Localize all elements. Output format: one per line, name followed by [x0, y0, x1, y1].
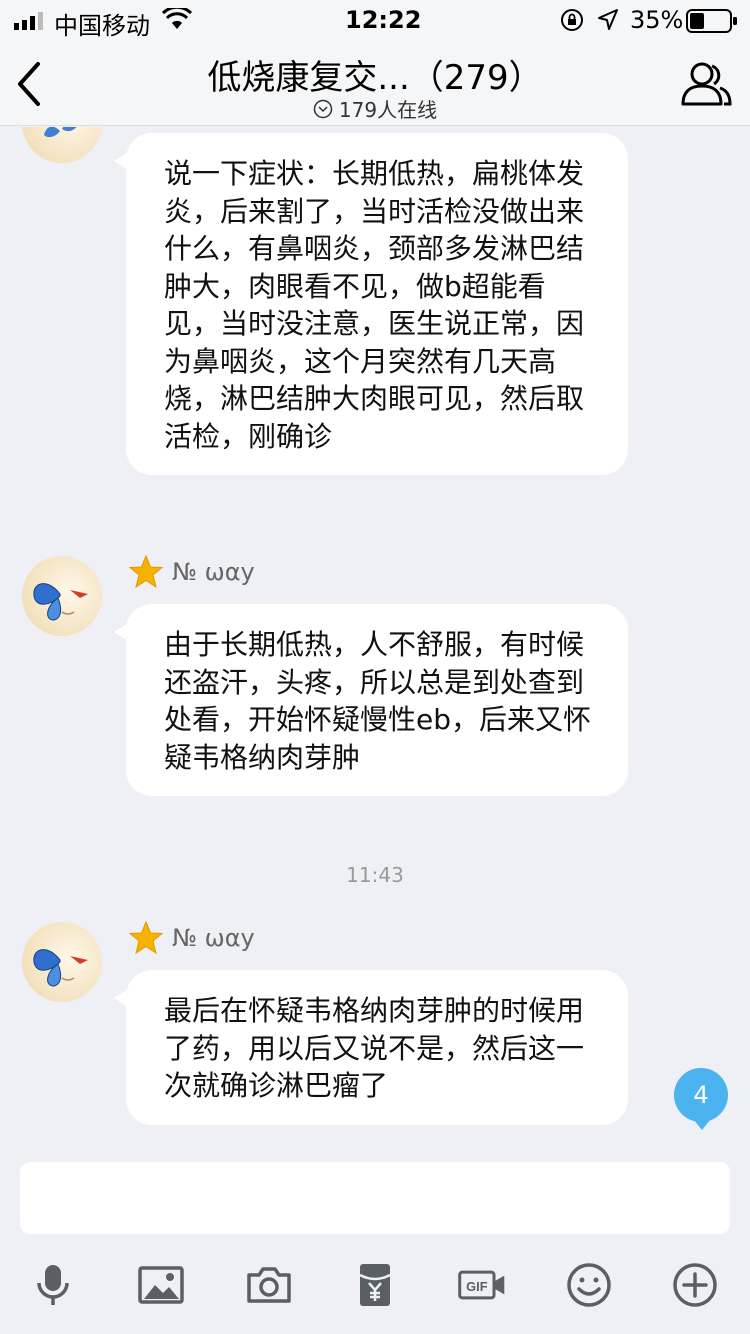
- voice-button[interactable]: [26, 1258, 80, 1312]
- message-input[interactable]: [20, 1162, 730, 1234]
- svg-text:GIF: GIF: [466, 1279, 488, 1294]
- gif-button[interactable]: GIF: [454, 1258, 510, 1312]
- image-icon: [138, 1266, 184, 1304]
- chat-area[interactable]: 说一下症状：长期低热，扁桃体发炎，后来割了，当时活检没做出来什么，有鼻咽炎，颈部…: [0, 127, 750, 1157]
- unread-count-badge[interactable]: 4: [674, 1068, 728, 1130]
- battery-percent: 35%: [630, 6, 684, 34]
- wifi-icon: [162, 8, 192, 29]
- status-time: 12:22: [345, 6, 422, 34]
- star-badge-icon: [128, 554, 164, 589]
- star-badge-icon: [128, 920, 164, 955]
- message-bubble[interactable]: 由于长期低热，人不舒服，有时候还盗汗，头疼，所以总是到处查到处看，开始怀疑慢性e…: [114, 604, 628, 796]
- carrier-label: 中国移动: [54, 12, 150, 40]
- avatar[interactable]: [22, 556, 102, 636]
- sender-name-label: № ωαу: [172, 924, 255, 952]
- plus-icon: [673, 1263, 717, 1307]
- rotation-lock-icon: [561, 9, 583, 31]
- gif-icon: GIF: [458, 1270, 505, 1300]
- location-icon: [598, 9, 618, 30]
- input-toolbar: GIF: [0, 1240, 750, 1334]
- image-button[interactable]: [134, 1258, 188, 1312]
- status-bar: 中国移动 12:22 35%: [0, 0, 750, 40]
- members-icon[interactable]: [680, 60, 732, 108]
- group-title[interactable]: 低烧康复交...（279）: [160, 50, 590, 99]
- sender-name-label: № ωαу: [172, 558, 255, 586]
- message-bubble[interactable]: 说一下症状：长期低热，扁桃体发炎，后来割了，当时活检没做出来什么，有鼻咽炎，颈部…: [114, 133, 628, 475]
- online-count[interactable]: 179人在线: [260, 94, 490, 123]
- emoji-icon: [567, 1263, 611, 1307]
- avatar[interactable]: [22, 922, 102, 1002]
- message-bubble[interactable]: 最后在怀疑韦格纳肉芽肿的时候用了药，用以后又说不是，然后这一次就确诊淋巴瘤了: [114, 970, 628, 1125]
- red-packet-icon: [359, 1264, 391, 1306]
- sender-name: № ωαу: [128, 920, 255, 956]
- signal-icon: [14, 12, 43, 30]
- more-button[interactable]: [668, 1258, 722, 1312]
- avatar[interactable]: [22, 127, 102, 163]
- online-count-label: 179人在线: [338, 98, 438, 122]
- chevron-down-icon: [313, 99, 333, 118]
- message-timestamp: 11:43: [346, 863, 404, 887]
- battery-icon: [686, 9, 737, 33]
- emoji-button[interactable]: [562, 1258, 616, 1312]
- red-packet-button[interactable]: [348, 1258, 402, 1312]
- camera-button[interactable]: [242, 1258, 296, 1312]
- sender-name: № ωαу: [128, 554, 255, 590]
- microphone-icon: [37, 1265, 69, 1305]
- camera-icon: [247, 1267, 291, 1303]
- back-icon[interactable]: [14, 60, 44, 108]
- nav-bar: 低烧康复交...（279） 179人在线: [0, 40, 750, 126]
